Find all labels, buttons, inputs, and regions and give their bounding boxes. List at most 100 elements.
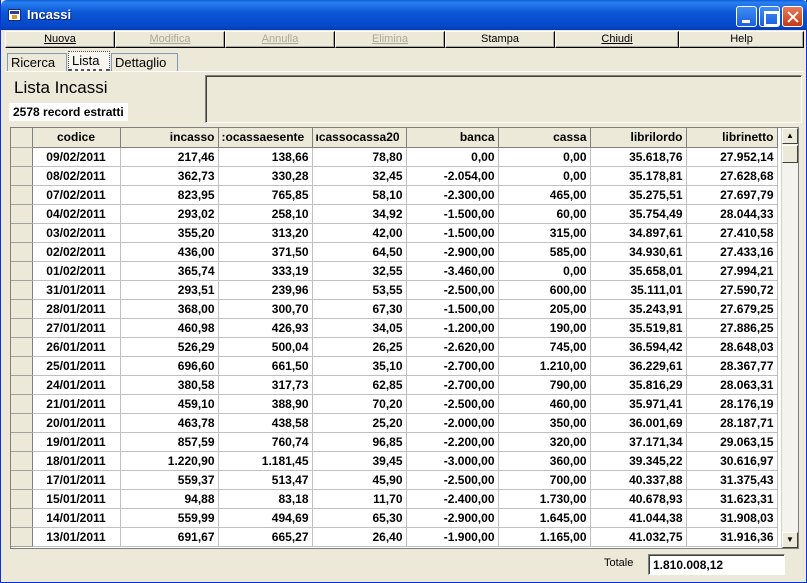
table-cell[interactable]: 78,80: [312, 147, 407, 167]
table-cell[interactable]: 35.658,01: [590, 261, 687, 281]
table-cell[interactable]: 380,58: [120, 375, 219, 395]
table-cell[interactable]: 190,00: [498, 318, 591, 338]
table-cell[interactable]: 790,00: [498, 375, 591, 395]
table-cell[interactable]: 40.337,88: [590, 470, 687, 490]
table-cell[interactable]: 1.181,45: [218, 451, 313, 471]
table-cell[interactable]: 317,73: [218, 375, 313, 395]
table-cell[interactable]: 19/01/2011: [32, 432, 121, 452]
row-selector[interactable]: [11, 223, 33, 243]
table-cell[interactable]: 585,00: [498, 242, 591, 262]
table-cell[interactable]: 330,28: [218, 166, 313, 186]
table-row[interactable]: 31/01/2011 293,51 239,96 53,55 -2.500,00 600,…: [11, 280, 778, 300]
table-cell[interactable]: -2.054,00: [406, 166, 499, 186]
chiudi-button[interactable]: Chiudi: [555, 31, 679, 48]
table-cell[interactable]: 661,50: [218, 356, 313, 376]
close-window-button[interactable]: [782, 6, 803, 27]
table-cell[interactable]: 460,98: [120, 318, 219, 338]
table-cell[interactable]: 17/01/2011: [32, 470, 121, 490]
table-cell[interactable]: 25/01/2011: [32, 356, 121, 376]
table-cell[interactable]: 26,25: [312, 337, 407, 357]
table-cell[interactable]: 60,00: [498, 204, 591, 224]
table-cell[interactable]: 1.210,00: [498, 356, 591, 376]
row-selector[interactable]: [11, 318, 33, 338]
table-row[interactable]: 26/01/2011 526,29 500,04 26,25 -2.620,00 745,…: [11, 337, 778, 357]
table-cell[interactable]: 35.178,81: [590, 166, 687, 186]
table-cell[interactable]: 32,55: [312, 261, 407, 281]
table-cell[interactable]: 09/02/2011: [32, 147, 121, 167]
table-cell[interactable]: 35.519,81: [590, 318, 687, 338]
table-cell[interactable]: 293,51: [120, 280, 219, 300]
annulla-button[interactable]: Annulla: [225, 31, 335, 48]
table-cell[interactable]: 27.679,25: [686, 299, 778, 319]
row-selector[interactable]: [11, 185, 33, 205]
table-cell[interactable]: -2.620,00: [406, 337, 499, 357]
table-cell[interactable]: 15/01/2011: [32, 489, 121, 509]
table-cell[interactable]: 32,45: [312, 166, 407, 186]
table-cell[interactable]: 04/02/2011: [32, 204, 121, 224]
table-cell[interactable]: 35,10: [312, 356, 407, 376]
table-cell[interactable]: 696,60: [120, 356, 219, 376]
table-cell[interactable]: 35.243,91: [590, 299, 687, 319]
table-cell[interactable]: 35.111,01: [590, 280, 687, 300]
table-row[interactable]: 20/01/2011 463,78 438,58 25,20 -2.000,00 350,…: [11, 413, 778, 433]
table-cell[interactable]: 34.930,61: [590, 242, 687, 262]
minimize-button[interactable]: [736, 6, 757, 27]
vertical-scrollbar[interactable]: ▲ ▼: [781, 128, 798, 548]
help-button[interactable]: Help: [679, 31, 804, 48]
table-cell[interactable]: 62,85: [312, 375, 407, 395]
row-selector[interactable]: [11, 204, 33, 224]
table-cell[interactable]: 14/01/2011: [32, 508, 121, 528]
table-cell[interactable]: 28.044,33: [686, 204, 778, 224]
table-cell[interactable]: 494,69: [218, 508, 313, 528]
table-cell[interactable]: 315,00: [498, 223, 591, 243]
table-row[interactable]: 01/02/2011 365,74 333,19 32,55 -3.460,00 0,00…: [11, 261, 778, 281]
column-header-cassa[interactable]: cassa: [498, 128, 591, 148]
table-cell[interactable]: 27.886,25: [686, 318, 778, 338]
table-cell[interactable]: 29.063,15: [686, 432, 778, 452]
app-icon[interactable]: [8, 9, 21, 21]
table-cell[interactable]: 41.032,75: [590, 527, 687, 547]
table-row[interactable]: 18/01/2011 1.220,90 1.181,45 39,45 -3.000,00…: [11, 451, 778, 471]
table-row[interactable]: 08/02/2011 362,73 330,28 32,45 -2.054,00 0,00…: [11, 166, 778, 186]
table-cell[interactable]: 320,00: [498, 432, 591, 452]
table-cell[interactable]: 1.730,00: [498, 489, 591, 509]
table-cell[interactable]: 35.754,49: [590, 204, 687, 224]
table-row[interactable]: 17/01/2011 559,37 513,47 45,90 -2.500,00 700,…: [11, 470, 778, 490]
table-cell[interactable]: 360,00: [498, 451, 591, 471]
table-cell[interactable]: 65,30: [312, 508, 407, 528]
table-cell[interactable]: 70,20: [312, 394, 407, 414]
table-cell[interactable]: 765,85: [218, 185, 313, 205]
table-row[interactable]: 07/02/2011 823,95 765,85 58,10 -2.300,00 465,…: [11, 185, 778, 205]
table-row[interactable]: 28/01/2011 368,00 300,70 67,30 -1.500,00 205,…: [11, 299, 778, 319]
table-cell[interactable]: 31.916,36: [686, 527, 778, 547]
table-cell[interactable]: 217,46: [120, 147, 219, 167]
row-selector[interactable]: [11, 508, 33, 528]
tab-lista[interactable]: Lista: [68, 51, 110, 72]
nuova-button[interactable]: Nuova: [5, 31, 115, 48]
elimina-button[interactable]: Elimina: [335, 31, 445, 48]
table-cell[interactable]: 28.367,77: [686, 356, 778, 376]
table-cell[interactable]: 34.897,61: [590, 223, 687, 243]
table-cell[interactable]: 438,58: [218, 413, 313, 433]
table-row[interactable]: 27/01/2011 460,98 426,93 34,05 -1.200,00 190,…: [11, 318, 778, 338]
tab-ricerca[interactable]: Ricerca: [7, 53, 67, 72]
table-cell[interactable]: 665,27: [218, 527, 313, 547]
table-cell[interactable]: 600,00: [498, 280, 591, 300]
table-cell[interactable]: 300,70: [218, 299, 313, 319]
table-cell[interactable]: 20/01/2011: [32, 413, 121, 433]
column-header-codice[interactable]: codice: [32, 128, 121, 148]
table-cell[interactable]: 11,70: [312, 489, 407, 509]
table-cell[interactable]: 691,67: [120, 527, 219, 547]
column-header-incassoesente[interactable]: :ocassaesente: [218, 128, 313, 148]
incassi-grid[interactable]: codice incasso :ocassaesente ıcassocassa…: [10, 127, 799, 549]
column-header-banca[interactable]: banca: [406, 128, 499, 148]
maximize-button[interactable]: [759, 6, 780, 27]
table-cell[interactable]: 28/01/2011: [32, 299, 121, 319]
table-cell[interactable]: 07/02/2011: [32, 185, 121, 205]
table-cell[interactable]: -1.900,00: [406, 527, 499, 547]
row-selector[interactable]: [11, 261, 33, 281]
table-cell[interactable]: 463,78: [120, 413, 219, 433]
table-cell[interactable]: 700,00: [498, 470, 591, 490]
table-cell[interactable]: -2.000,00: [406, 413, 499, 433]
table-cell[interactable]: 28.187,71: [686, 413, 778, 433]
